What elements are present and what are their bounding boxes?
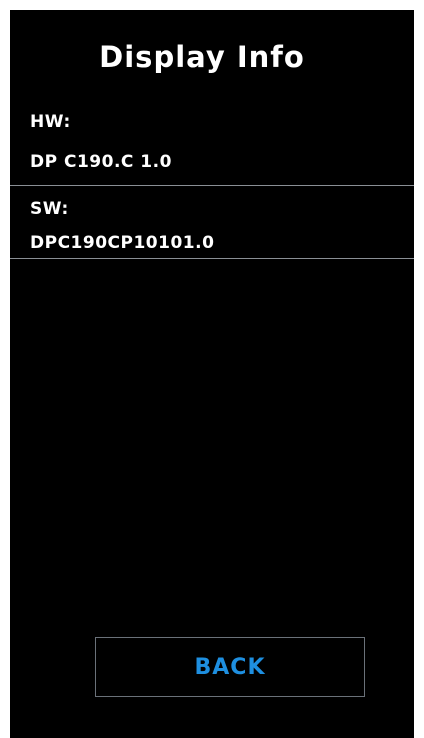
back-button-label: BACK: [194, 654, 266, 680]
divider: [10, 185, 414, 186]
page-title: Display Info: [99, 40, 305, 74]
back-button[interactable]: BACK: [95, 637, 365, 697]
hw-label: HW:: [30, 112, 71, 132]
hw-value: DP C190.C 1.0: [30, 152, 172, 172]
display-info-screen: Display Info HW: DP C190.C 1.0 SW: DPC19…: [10, 10, 414, 738]
sw-label: SW:: [30, 199, 69, 219]
sw-value: DPC190CP10101.0: [30, 233, 215, 253]
divider: [10, 258, 414, 259]
